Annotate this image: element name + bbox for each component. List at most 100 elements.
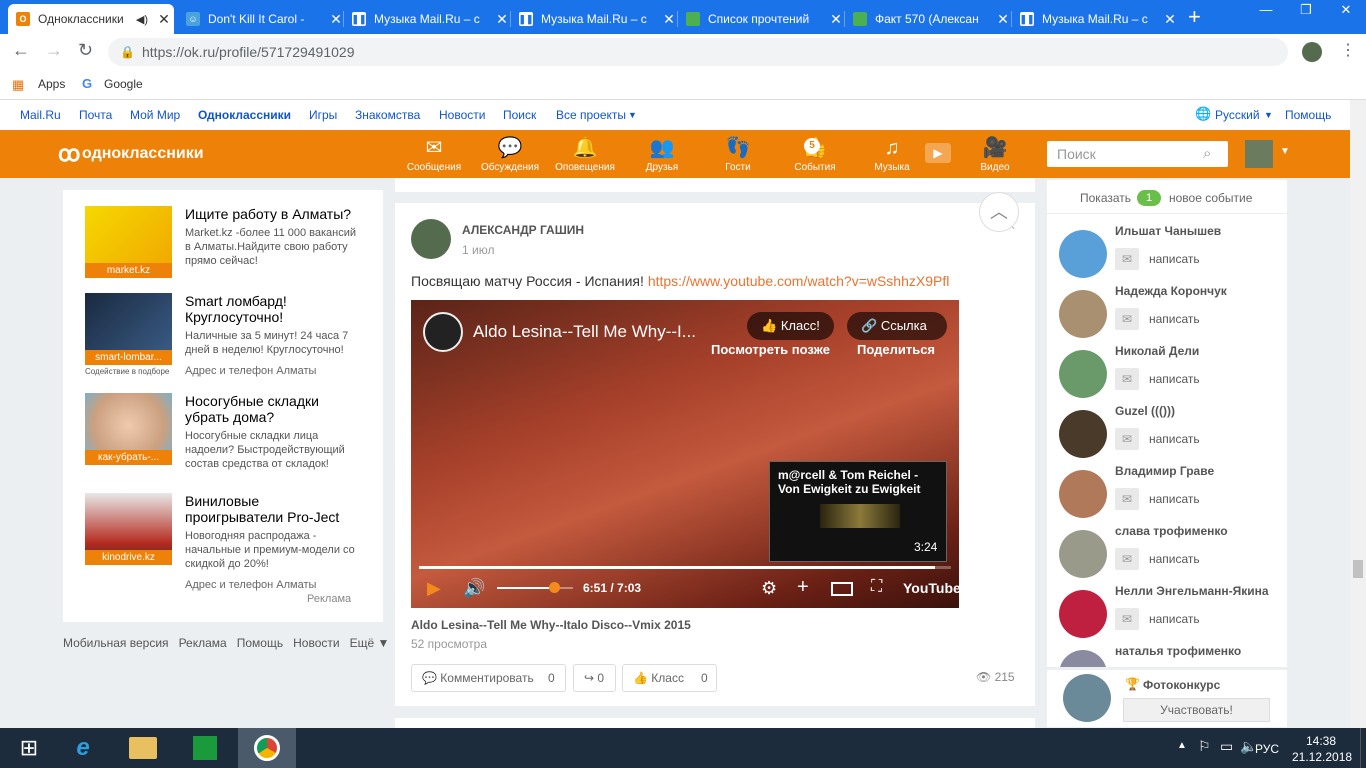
avatar[interactable] [1059,590,1107,638]
footer-mobile-version[interactable]: Мобильная версия [63,636,169,650]
nav-video[interactable]: 🎥 Видео [962,134,1028,173]
tab-odnoklassniki[interactable]: О Одноклассники ◀) ✕ [8,4,174,34]
message-icon[interactable]: ✉ [1115,308,1139,330]
friend-name[interactable]: Владимир Граве [1115,464,1214,478]
ad-address-link[interactable]: Адрес и телефон Алматы [185,579,316,591]
avatar[interactable] [1059,470,1107,518]
audio-playing-icon[interactable]: ◀) [136,13,148,26]
tab-music-mailru[interactable]: ❚❚ Музыка Mail.Ru – с ✕ [344,4,512,34]
new-tab-icon[interactable]: + [1188,4,1201,30]
ad-item[interactable]: smart-lombar... Содействие в подборе Sma… [85,293,365,383]
channel-avatar[interactable] [423,312,463,352]
tab-music-mailru[interactable]: ❚❚ Музыка Mail.Ru – с ✕ [511,4,679,34]
photo-contest-title[interactable]: Фотоконкурс [1143,678,1220,692]
progress-track[interactable] [419,566,951,569]
friend-row[interactable]: слава трофименко ✉ написать [1059,524,1284,584]
write-link[interactable]: написать [1149,612,1200,626]
player-title[interactable]: Aldo Lesina--Tell Me Why--I... [473,322,696,342]
link-dating[interactable]: Знакомства [355,108,420,122]
network-icon[interactable]: ▭ [1220,738,1233,755]
friend-row[interactable]: Николай Дели ✉ написать [1059,344,1284,404]
ad-title[interactable]: Носогубные складки убрать дома? [185,393,360,425]
theater-mode-icon[interactable] [831,582,853,596]
friend-name[interactable]: Надежда Корончук [1115,284,1227,298]
volume-knob[interactable] [549,582,560,593]
footer-more[interactable]: Ещё ▼ [350,636,390,650]
fullscreen-icon[interactable]: ⛶ [871,578,882,596]
write-link[interactable]: написать [1149,312,1200,326]
post-author[interactable]: АЛЕКСАНДР ГАШИН [462,223,584,237]
comment-button[interactable]: 💬 Комментировать 0 [411,664,566,692]
nav-discussions[interactable]: 💬 Обсуждения [477,134,543,173]
show-hidden-icons[interactable]: ▲ [1177,740,1187,751]
nav-events[interactable]: 👍5 События [782,134,848,173]
link-mail[interactable]: Почта [79,108,112,122]
footer-ads[interactable]: Реклама [179,636,227,650]
link-all-projects[interactable]: Все проекты [556,108,626,122]
link-odnoklassniki[interactable]: Одноклассники [198,108,291,122]
back-icon[interactable]: ← [12,40,30,61]
friend-row[interactable]: Владимир Граве ✉ написать [1059,464,1284,524]
bookmark-google[interactable]: Google [104,77,143,91]
avatar[interactable] [1059,350,1107,398]
post-link[interactable]: https://www.youtube.com/watch?v=wSshhzX9… [648,273,950,289]
write-link[interactable]: написать [1149,552,1200,566]
friend-name[interactable]: Guzel ((())) [1115,404,1175,418]
ads-label[interactable]: Реклама [307,593,351,605]
youtube-logo[interactable]: YouTube [903,580,961,596]
player-class-button[interactable]: 👍 Класс! [747,312,834,340]
new-events-bar[interactable]: Показать 1 новое событие [1047,180,1287,214]
link-news[interactable]: Новости [439,108,485,122]
user-avatar[interactable] [1245,140,1273,168]
message-icon[interactable]: ✉ [1115,608,1139,630]
share-button[interactable]: ↪ 0 [573,664,616,692]
friend-name[interactable]: слава трофименко [1115,524,1228,538]
message-icon[interactable]: ✉ [1115,488,1139,510]
language-selector[interactable]: Русский [1215,108,1260,122]
participate-button[interactable]: Участвовать! [1123,698,1270,722]
ad-item[interactable]: как-убрать-... Носогубные складки убрать… [85,393,365,483]
write-link[interactable]: написать [1149,432,1200,446]
nav-notifications[interactable]: 🔔 Оповещения [552,134,618,173]
scrollbar-thumb[interactable] [1353,560,1363,578]
nav-friends[interactable]: 👥 Друзья [629,134,695,173]
write-link[interactable]: написать [1149,252,1200,266]
share-label[interactable]: Поделиться [857,342,935,357]
close-tab-icon[interactable]: ✕ [1160,11,1180,28]
friend-row[interactable]: наталья трофименко [1059,644,1284,667]
close-tab-icon[interactable]: ✕ [826,11,846,28]
friend-row[interactable]: Ильшат Чанышев ✉ написать [1059,224,1284,284]
avatar[interactable] [1059,530,1107,578]
friend-row[interactable]: Guzel ((())) ✉ написать [1059,404,1284,464]
add-icon[interactable]: + [797,576,809,599]
address-bar[interactable]: 🔒 https://ok.ru/profile/571729491029 [108,38,1288,66]
explorer-taskbar-icon[interactable] [114,728,172,768]
ad-address-link[interactable]: Адрес и телефон Алматы [185,365,316,377]
user-menu-chevron-icon[interactable]: ▼ [1280,146,1290,157]
message-icon[interactable]: ✉ [1115,428,1139,450]
contest-avatar[interactable] [1063,674,1111,722]
post-date[interactable]: 1 июл [462,243,494,257]
reload-icon[interactable]: ↻ [78,40,93,61]
message-icon[interactable]: ✉ [1115,368,1139,390]
search-input[interactable]: Поиск ⌕ [1047,141,1228,167]
avatar[interactable] [1059,290,1107,338]
tab-dont-kill-it[interactable]: ☺ Don't Kill It Carol - ✕ [178,4,346,34]
tab-reading-list[interactable]: Список прочтений ✕ [678,4,846,34]
close-tab-icon[interactable]: ✕ [154,11,174,28]
nav-guests[interactable]: 👣 Гости [705,134,771,173]
close-tab-icon[interactable]: ✕ [993,11,1013,28]
play-video-icon[interactable]: ▶ [925,143,951,163]
message-icon[interactable]: ✉ [1115,248,1139,270]
page-scrollbar[interactable] [1350,100,1366,728]
start-button[interactable]: ⊞ [0,728,58,768]
avatar[interactable] [1059,410,1107,458]
footer-news[interactable]: Новости [293,636,339,650]
link-mailru[interactable]: Mail.Ru [20,108,61,122]
ad-title[interactable]: Виниловые проигрыватели Pro-Ject [185,493,360,525]
show-desktop-button[interactable] [1360,728,1366,768]
store-taskbar-icon[interactable] [176,728,234,768]
class-button[interactable]: 👍 Класс 0 [622,664,717,692]
chrome-taskbar-icon[interactable] [238,728,296,768]
friend-row[interactable]: Нелли Энгельманн-Якина ✉ написать [1059,584,1284,644]
